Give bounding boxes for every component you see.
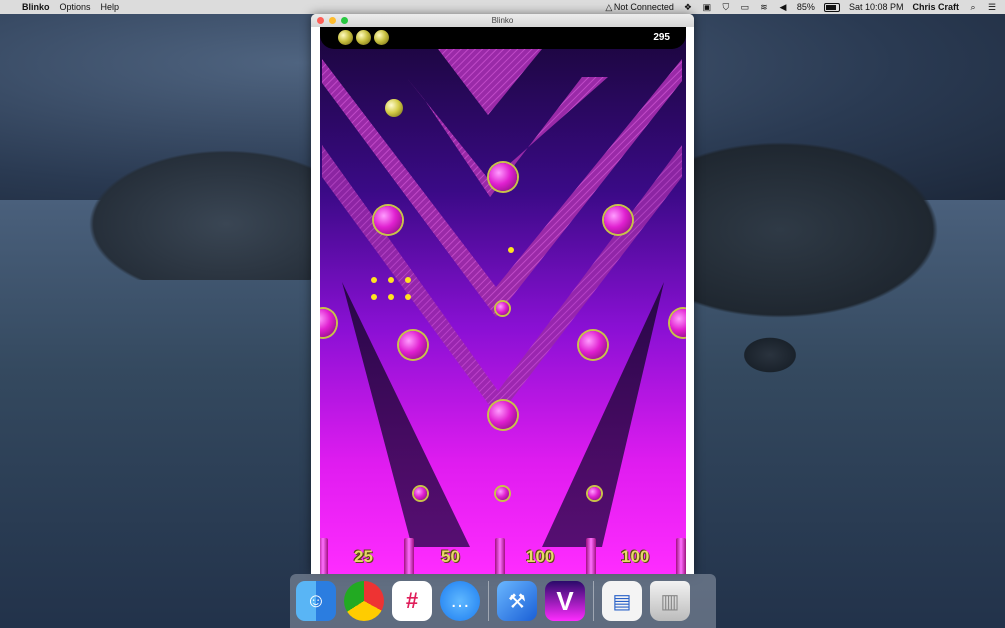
blinko-window: Blinko 295 25 50 100 100 — [311, 14, 694, 574]
dropbox-icon[interactable]: ❖ — [683, 2, 693, 12]
spotlight-search-icon[interactable]: ⌕ — [968, 2, 978, 12]
bitwarden-icon[interactable]: ⛉ — [721, 2, 731, 12]
bonus-dot — [405, 294, 411, 300]
finder-icon[interactable]: ☺ — [296, 581, 336, 621]
score-display: 295 — [653, 32, 670, 43]
blinko-icon[interactable]: V — [545, 581, 585, 621]
window-titlebar[interactable]: Blinko — [311, 14, 694, 27]
wallpaper-cliff-right — [660, 130, 960, 330]
menu-clock[interactable]: Sat 10:08 PM — [849, 2, 904, 12]
peg — [489, 163, 517, 191]
slot-score-100: 100 — [526, 547, 555, 566]
airplay-icon[interactable]: ▭ — [740, 2, 750, 12]
chrome-icon[interactable] — [344, 581, 384, 621]
menu-options[interactable]: Options — [60, 2, 91, 12]
slot-score-50: 50 — [441, 547, 460, 566]
bonus-dot — [508, 247, 514, 253]
wallpaper-cliff-left — [70, 140, 330, 280]
menu-app-name[interactable]: Blinko — [22, 2, 50, 12]
bonus-dot — [405, 277, 411, 283]
dock-separator — [488, 581, 489, 621]
office-icon[interactable]: ▣ — [702, 2, 712, 12]
wallpaper-rock — [740, 335, 800, 375]
peg — [496, 302, 509, 315]
dock: ☺ # … ⚒ V ▤ ▥ — [290, 574, 716, 628]
bonus-dot — [371, 294, 377, 300]
menu-bar: Blinko Options Help △ Not Connected ❖ ▣ ⛉… — [0, 0, 1005, 14]
xcode-icon[interactable]: ⚒ — [497, 581, 537, 621]
slot-divider — [320, 538, 328, 574]
network-status[interactable]: △ Not Connected — [604, 2, 674, 12]
slot-score-25: 25 — [354, 547, 373, 566]
messages-icon[interactable]: … — [440, 581, 480, 621]
peg — [579, 331, 607, 359]
top-chevron — [438, 49, 542, 115]
remaining-ball-1 — [338, 30, 353, 45]
left-bumper-wedge — [342, 282, 470, 547]
game-ball — [385, 99, 403, 117]
peg — [414, 487, 427, 500]
peg — [399, 331, 427, 359]
menu-user[interactable]: Chris Craft — [912, 2, 959, 12]
bonus-dot — [388, 294, 394, 300]
game-hud: 295 — [320, 27, 686, 49]
bonus-dot — [388, 277, 394, 283]
slot-divider — [404, 538, 414, 574]
bonus-dot — [371, 277, 377, 283]
remaining-ball-3 — [374, 30, 389, 45]
peg — [588, 487, 601, 500]
slot-divider — [495, 538, 505, 574]
window-title: Blinko — [491, 16, 514, 25]
battery-percent[interactable]: 85% — [797, 2, 815, 12]
battery-icon[interactable] — [823, 2, 840, 12]
peg — [374, 206, 402, 234]
slot-divider — [586, 538, 596, 574]
trash-icon[interactable]: ▥ — [650, 581, 690, 621]
remaining-ball-2 — [356, 30, 371, 45]
volume-icon[interactable]: ◀ — [778, 2, 788, 12]
peg — [489, 401, 517, 429]
dock-separator — [593, 581, 594, 621]
peg — [496, 487, 509, 500]
menu-help[interactable]: Help — [101, 2, 120, 12]
game-board[interactable]: 295 25 50 100 100 — [320, 27, 686, 574]
preview-icon[interactable]: ▤ — [602, 581, 642, 621]
slot-divider — [676, 538, 686, 574]
wifi-icon[interactable]: ≋ — [759, 2, 769, 12]
slot-score-100-right: 100 — [621, 547, 650, 566]
vpn-triangle-icon: △ — [605, 2, 613, 12]
slack-icon[interactable]: # — [392, 581, 432, 621]
peg — [604, 206, 632, 234]
notification-center-icon[interactable]: ☰ — [987, 2, 997, 12]
